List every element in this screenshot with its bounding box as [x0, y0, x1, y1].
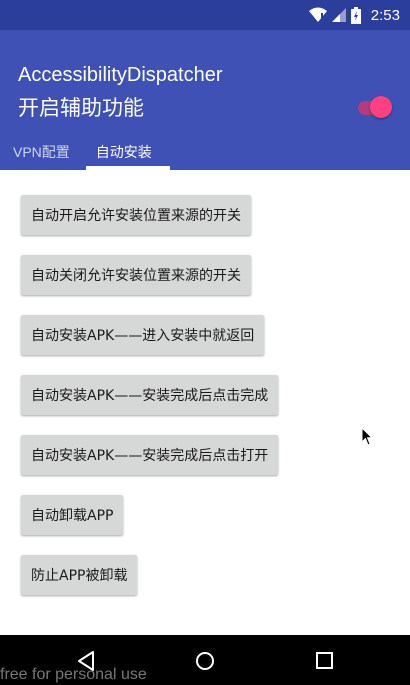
status-icons: 2:53	[308, 5, 400, 25]
install-apk-click-open-button[interactable]: 自动安装APK——安装完成后点击打开	[21, 435, 279, 475]
install-apk-return-button[interactable]: 自动安装APK——进入安装中就返回	[21, 315, 265, 355]
wifi-icon	[308, 7, 327, 22]
signal-icon	[331, 8, 346, 22]
app-bar: AccessibilityDispatcher 开启辅助功能 VPN配置 自动安…	[0, 30, 410, 170]
disable-unknown-sources-button[interactable]: 自动关闭允许安装位置来源的开关	[21, 255, 251, 295]
prevent-uninstall-button[interactable]: 防止APP被卸载	[21, 555, 138, 595]
home-icon[interactable]	[194, 650, 216, 672]
accessibility-toggle[interactable]	[354, 96, 392, 118]
mouse-cursor-icon	[361, 427, 374, 446]
auto-uninstall-app-button[interactable]: 自动卸载APP	[21, 495, 124, 535]
enable-unknown-sources-button[interactable]: 自动开启允许安装位置来源的开关	[21, 195, 251, 235]
toggle-thumb	[370, 96, 392, 118]
page-subtitle: 开启辅助功能	[18, 96, 144, 120]
status-time: 2:53	[370, 6, 400, 24]
battery-icon	[350, 6, 361, 24]
tab-vpn-config[interactable]: VPN配置	[0, 134, 83, 170]
app-title: AccessibilityDispatcher	[18, 64, 223, 86]
status-bar: 2:53	[0, 0, 410, 30]
install-apk-click-done-button[interactable]: 自动安装APK——安装完成后点击完成	[21, 375, 279, 415]
watermark-text: free for personal use	[0, 666, 147, 683]
auto-install-panel: 自动开启允许安装位置来源的开关 自动关闭允许安装位置来源的开关 自动安装APK—…	[0, 172, 410, 635]
tab-auto-install[interactable]: 自动安装	[83, 134, 165, 170]
recents-icon[interactable]	[314, 650, 336, 672]
tab-indicator	[86, 166, 170, 170]
